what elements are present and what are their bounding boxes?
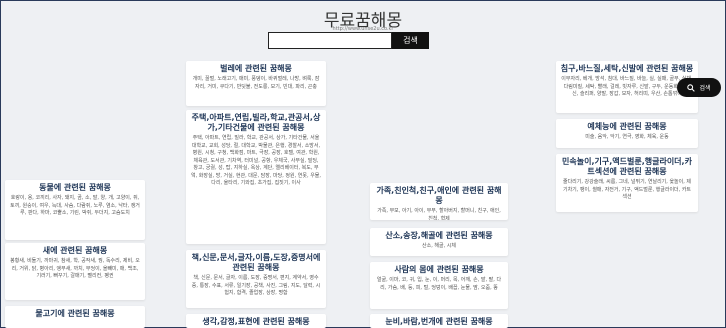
card-body: 미술, 음악, 악기, 연극, 영화, 체육, 운동 xyxy=(585,134,669,140)
search-input[interactable] xyxy=(268,32,392,49)
card-bird[interactable]: 새에 관련된 꿈해몽 봉황새, 비둘기, 까마귀, 참새, 학, 공작새, 꿩,… xyxy=(5,243,145,300)
card-title[interactable]: 새에 관련된 꿈해몽 xyxy=(5,243,145,256)
search-icon xyxy=(687,83,696,92)
card-title[interactable]: 예체능에 관련된 꿈해몽 xyxy=(556,119,698,132)
floating-search-label: 검색 xyxy=(699,85,711,92)
card-title[interactable]: 주택,아파트,연립,빌라,학교,관공서,상가,기타건물에 관련된 꿈해몽 xyxy=(186,110,326,133)
card-bug[interactable]: 벌레에 관련된 꿈해몽 개미, 꿀벌, 노래고기, 매미, 풍뎅이, 바퀴벌레,… xyxy=(186,61,326,106)
card-folk[interactable]: 민속놀이,기구,액드벌룬,행글라이더,카트섹션에 관련된 꿈해몽 줄다리기, 강… xyxy=(556,154,698,212)
card-body: 가족, 부모, 아기, 아이, 부부, 할아버지, 할머니, 친구, 애인, 친… xyxy=(377,208,501,220)
card-title[interactable]: 산소,송장,해골에 관련된 꿈해몽 xyxy=(370,228,508,241)
card-book[interactable]: 책,신문,문서,글자,이름,도장,증명서에 관련된 꿈해몽 책, 신문, 문서,… xyxy=(186,250,326,308)
card-body: 줄다리기, 강강술래, 씨름, 그네, 널뛰기, 연날리기, 윷놀이, 제기차기… xyxy=(562,179,692,200)
card-body-parts[interactable]: 사람의 몸에 관련된 꿈해몽 얼굴, 이마, 코, 귀, 입, 눈, 이, 머리… xyxy=(370,262,508,309)
card-body: 봉황새, 비둘기, 까마귀, 참새, 학, 공작새, 꿩, 독수리, 제비, 오… xyxy=(10,258,140,279)
card-title[interactable]: 벌레에 관련된 꿈해몽 xyxy=(186,61,326,74)
card-mountain[interactable]: 산소,송장,해골에 관련된 꿈해몽 산소, 해골, 시체 xyxy=(370,228,508,256)
search-button[interactable]: 검색 xyxy=(392,32,429,49)
card-body: 호랑이, 용, 코끼리, 사자, 돼지, 곰, 소, 말, 양, 개, 고양이,… xyxy=(10,195,140,216)
card-animal[interactable]: 동물에 관련된 꿈해몽 호랑이, 용, 코끼리, 사자, 돼지, 곰, 소, 말… xyxy=(5,180,145,240)
card-title[interactable]: 민속놀이,기구,액드벌룬,행글라이더,카트섹션에 관련된 꿈해몽 xyxy=(556,154,698,177)
card-body: 책, 신문, 문서, 글자, 이름, 도장, 증명서, 편지, 계약서, 영수증… xyxy=(191,275,321,296)
card-title[interactable]: 가족,친인척,친구,애인에 관련된 꿈해몽 xyxy=(370,183,508,206)
card-title[interactable]: 침구,바느질,세탁,신발에 관련된 꿈해몽 xyxy=(556,61,698,74)
card-title[interactable]: 사람의 몸에 관련된 꿈해몽 xyxy=(370,262,508,275)
card-fish[interactable]: 물고기에 관련된 꿈해몽 xyxy=(5,306,145,328)
card-family[interactable]: 가족,친인척,친구,애인에 관련된 꿈해몽 가족, 부모, 아기, 아이, 부부… xyxy=(370,183,508,220)
card-title[interactable]: 생각,감정,표현에 관련된 꿈해몽 xyxy=(186,314,326,327)
card-title[interactable]: 눈비,바람,번개에 관련된 꿈해몽 xyxy=(370,314,508,327)
card-body: 얼굴, 이마, 코, 귀, 입, 눈, 이, 머리, 목, 어깨, 손, 발, … xyxy=(376,277,502,291)
card-life[interactable]: 생각,감정,표현에 관련된 꿈해몽 xyxy=(186,314,326,328)
card-title[interactable]: 물고기에 관련된 꿈해몽 xyxy=(5,306,145,319)
card-art[interactable]: 예체능에 관련된 꿈해몽 미술, 음악, 악기, 연극, 영화, 체육, 운동 xyxy=(556,119,698,148)
card-weather[interactable]: 눈비,바람,번개에 관련된 꿈해몽 xyxy=(370,314,508,328)
card-body: 개미, 꿀벌, 노래고기, 매미, 풍뎅이, 바퀴벌레, 나방, 벼룩, 잠자리… xyxy=(192,76,320,90)
card-body: 주택, 아파트, 연립, 빌라, 학교, 관공서, 상가, 기타건물, 서울대학… xyxy=(191,135,321,186)
card-title[interactable]: 동물에 관련된 꿈해몽 xyxy=(5,180,145,193)
card-body: 산소, 해골, 시체 xyxy=(422,243,456,249)
floating-search-button[interactable]: 검색 xyxy=(677,78,721,97)
card-title[interactable]: 책,신문,문서,글자,이름,도장,증명서에 관련된 꿈해몽 xyxy=(186,250,326,273)
card-house[interactable]: 주택,아파트,연립,빌라,학교,관공서,상가,기타건물에 관련된 꿈해몽 주택,… xyxy=(186,110,326,244)
